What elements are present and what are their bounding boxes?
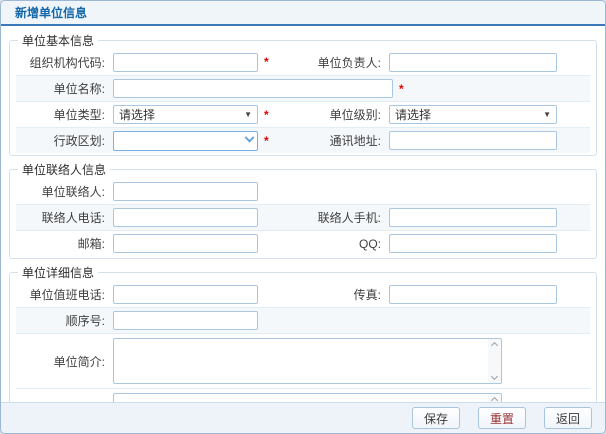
contact-mobile-input[interactable] (389, 208, 557, 227)
duty-phone-input[interactable] (113, 285, 258, 304)
dropdown-arrow-icon: ▼ (244, 111, 252, 119)
form-body: 单位基本信息 组织机构代码: * 单位负责人: 单位名称: * (1, 26, 605, 402)
unit-intro-label: 单位简介: (16, 353, 113, 370)
scroll-up-icon[interactable] (491, 397, 498, 402)
unit-type-label: 单位类型: (16, 106, 113, 123)
qq-label: QQ: (311, 237, 389, 251)
required-marker: * (264, 55, 272, 69)
unit-type-select[interactable]: 请选择 ▼ (113, 105, 258, 124)
region-combo[interactable] (113, 131, 258, 151)
row-email-qq: 邮箱: QQ: (16, 230, 590, 256)
address-input[interactable] (389, 131, 557, 150)
qq-input[interactable] (389, 234, 557, 253)
unit-level-label: 单位级别: (311, 106, 389, 123)
contact-name-input[interactable] (113, 182, 258, 201)
fax-label: 传真: (311, 286, 389, 303)
contact-phone-label: 联络人电话: (16, 209, 113, 226)
textarea-scrollbar[interactable] (488, 394, 501, 402)
row-type-level: 单位类型: 请选择 ▼ * 单位级别: 请选择 ▼ (16, 101, 590, 127)
org-code-input[interactable] (113, 53, 258, 72)
add-unit-panel: 新增单位信息 单位基本信息 组织机构代码: * 单位负责人: 单位名称: (0, 0, 606, 434)
section-basic-info: 单位基本信息 组织机构代码: * 单位负责人: 单位名称: * (9, 32, 597, 156)
section-contact-info: 单位联络人信息 单位联络人: 联络人电话: 联络人手机: (9, 161, 597, 259)
scroll-up-icon[interactable] (491, 342, 498, 349)
dropdown-arrow-icon: ▼ (543, 111, 551, 119)
back-button[interactable]: 返回 (544, 407, 592, 429)
unit-name-label: 单位名称: (16, 80, 113, 97)
order-number-label: 顺序号: (16, 312, 113, 329)
row-unit-intro: 单位简介: (16, 333, 590, 388)
required-marker: * (399, 82, 407, 96)
row-contact-name: 单位联络人: (16, 178, 590, 204)
unit-head-label: 单位负责人: (311, 54, 389, 71)
contact-phone-input[interactable] (113, 208, 258, 227)
email-input[interactable] (113, 234, 258, 253)
panel-title: 新增单位信息 (1, 1, 605, 26)
region-label: 行政区划: (16, 132, 113, 149)
unit-intro-textarea[interactable] (113, 338, 502, 384)
reset-button[interactable]: 重置 (478, 407, 526, 429)
row-unit-name: 单位名称: * (16, 75, 590, 101)
unit-name-input[interactable] (113, 79, 393, 98)
section-detail-info-legend: 单位详细信息 (18, 264, 98, 281)
textarea-scrollbar[interactable] (488, 339, 501, 383)
row-orgcode-head: 组织机构代码: * 单位负责人: (16, 49, 590, 75)
section-contact-info-legend: 单位联络人信息 (18, 161, 110, 178)
contact-mobile-label: 联络人手机: (311, 209, 389, 226)
scroll-down-icon[interactable] (491, 373, 498, 380)
unit-level-select[interactable]: 请选择 ▼ (389, 105, 557, 124)
row-remarks: 备注: (16, 388, 590, 402)
address-label: 通讯地址: (311, 132, 389, 149)
unit-head-input[interactable] (389, 53, 557, 72)
duty-phone-label: 单位值班电话: (16, 286, 113, 303)
email-label: 邮箱: (16, 235, 113, 252)
save-button[interactable]: 保存 (412, 407, 460, 429)
contact-name-label: 单位联络人: (16, 183, 113, 200)
order-number-input[interactable] (113, 311, 258, 330)
row-dutyphone-fax: 单位值班电话: 传真: (16, 281, 590, 307)
section-detail-info: 单位详细信息 单位值班电话: 传真: 顺序号: 单位简介: (9, 264, 597, 402)
remarks-textarea[interactable] (113, 393, 502, 402)
required-marker: * (264, 108, 272, 122)
chevron-down-icon (245, 133, 255, 143)
section-basic-info-legend: 单位基本信息 (18, 32, 98, 49)
row-order-number: 顺序号: (16, 307, 590, 333)
org-code-label: 组织机构代码: (16, 54, 113, 71)
footer-toolbar: 保存 重置 返回 (1, 402, 605, 433)
row-region-address: 行政区划: * 通讯地址: (16, 127, 590, 153)
row-contact-phones: 联络人电话: 联络人手机: (16, 204, 590, 230)
fax-input[interactable] (389, 285, 557, 304)
required-marker: * (264, 134, 272, 148)
